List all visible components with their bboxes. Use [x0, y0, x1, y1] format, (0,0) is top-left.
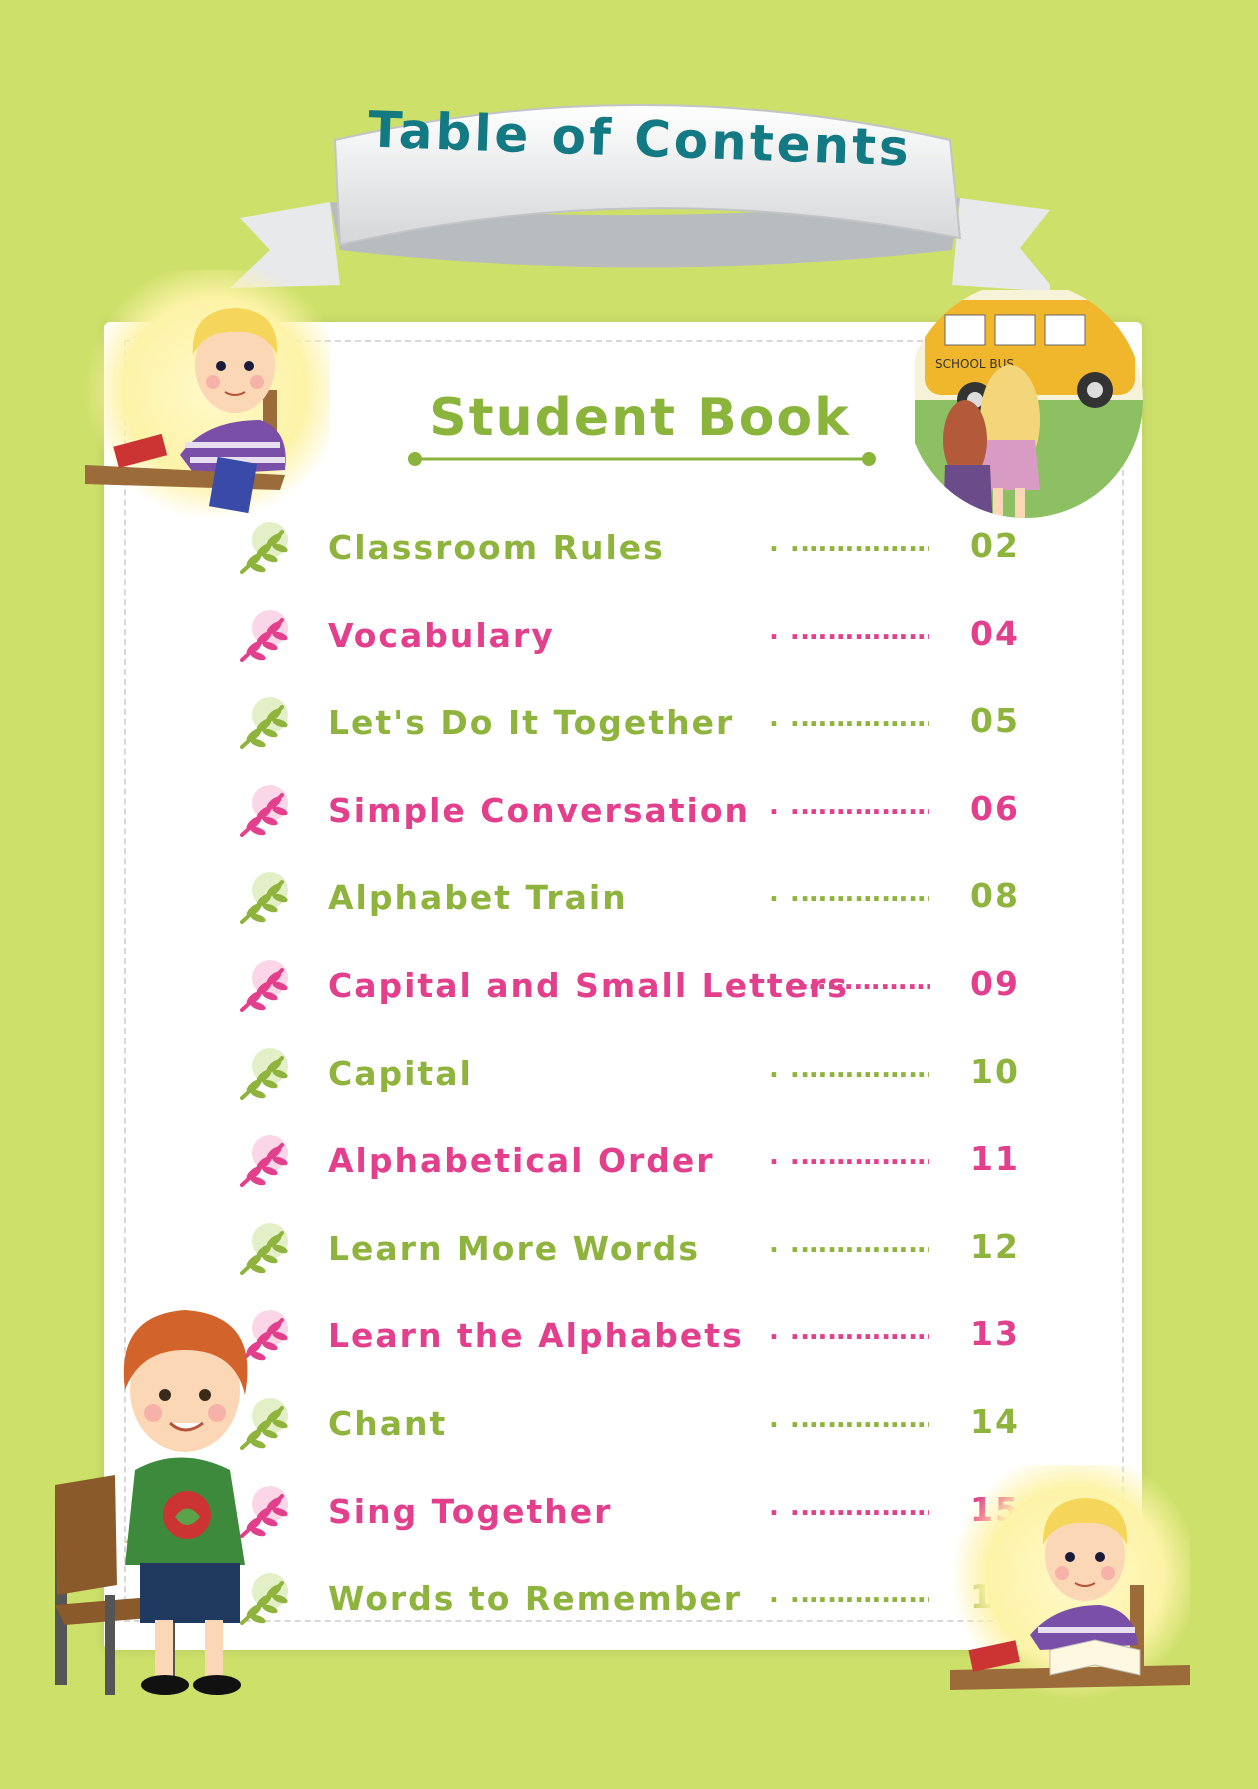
title-underline	[408, 452, 876, 466]
toc-entry-label[interactable]: Vocabulary	[328, 616, 555, 655]
toc-entry-label[interactable]: Simple Conversation	[328, 791, 750, 830]
toc-leader-dots: . .……………….	[769, 790, 929, 821]
leaf-sprig-icon	[240, 960, 288, 1012]
toc-row[interactable]: Words to Remember. .………………. 16	[236, 1563, 1036, 1633]
leaf-sprig-icon	[240, 697, 288, 750]
toc-page-number: 02	[970, 526, 1020, 565]
toc-entry-label[interactable]: Words to Remember	[328, 1579, 742, 1618]
toc-page-number: 08	[970, 876, 1020, 916]
toc-row[interactable]: Capital . .………………. 10	[236, 1038, 1036, 1108]
toc-leader-dots: ……………….	[800, 966, 930, 996]
toc-leader-dots: . .……………….	[769, 528, 929, 558]
standing-boy-illustration	[55, 1310, 248, 1695]
toc-leader-dots: . .……………….	[769, 1579, 929, 1610]
toc-leader-dots: . .……………….	[769, 615, 929, 646]
toc-page-number: 11	[970, 1139, 1020, 1179]
school-bus-illustration: SCHOOL BUS	[915, 290, 1143, 518]
section-title: Student Book	[429, 388, 851, 448]
toc-leader-dots: . .……………….	[769, 1316, 929, 1347]
toc-row[interactable]: Learn More Words . .………………. 12	[236, 1213, 1036, 1283]
toc-entry-label[interactable]: Learn More Words	[328, 1229, 700, 1268]
boy-reading-illustration	[950, 1465, 1190, 1700]
toc-entry-label[interactable]: Alphabetical Order	[328, 1141, 715, 1180]
toc-page-number: 06	[970, 788, 1020, 828]
leaf-sprig-icon	[240, 1222, 288, 1275]
toc-leader-dots: . .……………….	[769, 703, 929, 734]
toc-page-number: 10	[970, 1051, 1020, 1091]
toc-page-number: 13	[970, 1314, 1020, 1354]
toc-page-number: 12	[970, 1226, 1020, 1266]
leaf-sprig-icon	[240, 784, 288, 837]
toc-page-number: 04	[970, 613, 1020, 653]
toc-entry-label[interactable]: Let's Do It Together	[328, 703, 734, 742]
toc-row[interactable]: Capital and Small Letters………………. 09	[236, 950, 1036, 1020]
toc-leader-dots: . .……………….	[769, 1053, 929, 1084]
toc-entry-label[interactable]: Learn the Alphabets	[328, 1316, 744, 1355]
toc-row[interactable]: Learn the Alphabets . .………………. 13	[236, 1300, 1036, 1370]
toc-leader-dots: . .……………….	[769, 1491, 929, 1522]
toc-entry-label[interactable]: Capital and Small Letters	[328, 966, 849, 1005]
toc-leader-dots: . .……………….	[769, 1141, 929, 1172]
toc-entry-label[interactable]: Capital	[328, 1054, 473, 1093]
toc-leader-dots: . .……………….	[769, 1228, 929, 1259]
toc-page-number: 14	[970, 1402, 1020, 1441]
toc-entry-label[interactable]: Sing Together	[328, 1492, 612, 1531]
toc-row[interactable]: Let's Do It Together . .………………. 05	[236, 687, 1036, 757]
toc-row[interactable]: Simple Conversation . .………………. 06	[236, 775, 1036, 845]
toc-page-number: 05	[970, 701, 1020, 741]
toc-leader-dots: . .……………….	[769, 1404, 929, 1434]
toc-leader-dots: . .……………….	[769, 878, 929, 909]
toc-entry-label[interactable]: Chant	[328, 1404, 447, 1443]
toc-row[interactable]: Vocabulary . .………………. 04	[236, 600, 1036, 670]
leaf-sprig-icon	[240, 1135, 288, 1188]
boy-at-desk-illustration	[85, 270, 330, 520]
toc-row[interactable]: Chant . .………………. 14	[236, 1388, 1036, 1458]
leaf-sprig-icon	[240, 1047, 288, 1100]
toc-row[interactable]: Alphabetical Order . .………………. 11	[236, 1125, 1036, 1195]
toc-entry-label[interactable]: Classroom Rules	[328, 528, 665, 567]
title-ribbon: Table of Contents	[230, 80, 1056, 300]
leaf-sprig-icon	[240, 872, 288, 925]
toc-page-number: 09	[970, 964, 1020, 1003]
toc-row[interactable]: Sing Together. .………………. 15	[236, 1476, 1036, 1546]
toc-row[interactable]: Alphabet Train . .………………. 08	[236, 862, 1036, 932]
toc-entry-label[interactable]: Alphabet Train	[328, 878, 628, 917]
leaf-sprig-icon	[240, 609, 288, 662]
